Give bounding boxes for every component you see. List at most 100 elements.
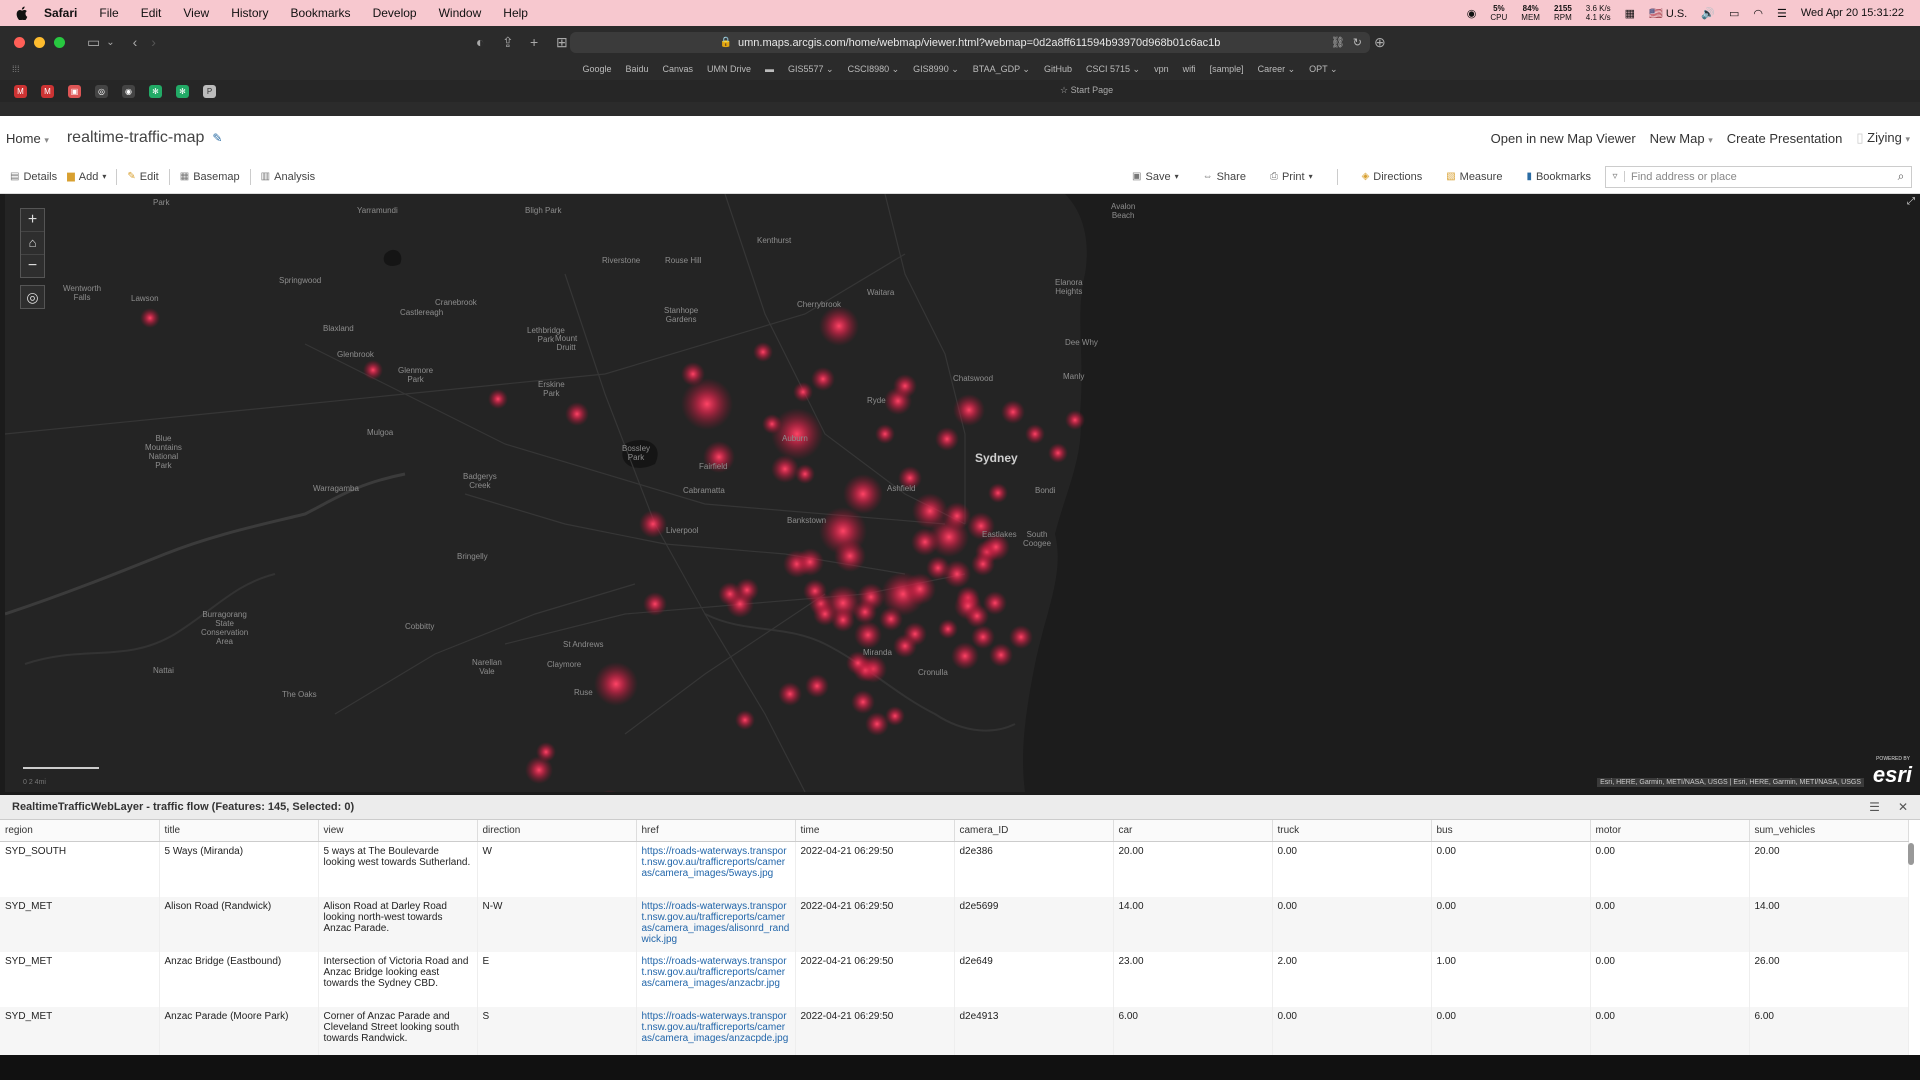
column-header-region[interactable]: region: [0, 820, 160, 842]
close-window-button[interactable]: [14, 36, 25, 48]
traffic-hotspot[interactable]: [795, 464, 815, 484]
create-presentation-link[interactable]: Create Presentation: [1727, 131, 1843, 146]
table-row[interactable]: SYD_MET Anzac Parade (Moore Park) Corner…: [0, 1007, 1909, 1062]
pinned-tab-gmail2-icon[interactable]: M: [41, 84, 54, 98]
measure-button[interactable]: ▧ Measure: [1446, 171, 1502, 183]
table-scrollbar-thumb[interactable]: [1908, 843, 1914, 865]
traffic-hotspot[interactable]: [971, 625, 995, 649]
traffic-hotspot[interactable]: [854, 621, 882, 649]
fav-canvas[interactable]: Canvas: [663, 64, 694, 74]
fav-career[interactable]: Career ⌄: [1258, 64, 1296, 75]
fav-btaa-gdp[interactable]: BTAA_GDP ⌄: [973, 64, 1030, 75]
traffic-hotspot[interactable]: [1025, 424, 1045, 444]
fav-folder-icon[interactable]: ▬: [765, 64, 774, 74]
details-button[interactable]: ▤ Details: [10, 171, 57, 183]
fav-vpn[interactable]: vpn: [1154, 64, 1169, 74]
fav-csci5715[interactable]: CSCI 5715 ⌄: [1086, 64, 1140, 75]
edit-title-icon[interactable]: ✎: [212, 131, 222, 145]
traffic-hotspot[interactable]: [819, 306, 859, 346]
back-icon[interactable]: ‹: [133, 34, 138, 50]
traffic-hotspot[interactable]: [771, 455, 799, 483]
wifi-icon[interactable]: ◠: [1753, 7, 1763, 20]
new-tab-icon[interactable]: +: [530, 34, 538, 50]
traffic-hotspot[interactable]: [951, 642, 979, 670]
pinned-tab-circle-icon[interactable]: ◎: [95, 84, 108, 98]
input-source[interactable]: 🇺🇸 U.S.: [1649, 7, 1687, 20]
home-menu[interactable]: Home ▾: [6, 131, 49, 146]
traffic-hotspot[interactable]: [594, 662, 638, 706]
fav-umn-drive[interactable]: UMN Drive: [707, 64, 751, 74]
bookmarks-button[interactable]: ▮ Bookmarks: [1526, 171, 1591, 183]
pinned-tab-github-icon[interactable]: ◉: [122, 84, 135, 98]
traffic-hotspot[interactable]: [681, 378, 733, 430]
directions-button[interactable]: ◈ Directions: [1362, 171, 1423, 183]
menu-develop[interactable]: Develop: [373, 6, 417, 20]
column-header-truck[interactable]: truck: [1272, 820, 1432, 842]
add-button[interactable]: ▆ Add ▾: [67, 171, 106, 183]
zoom-out-button[interactable]: −: [21, 255, 44, 277]
traffic-hotspot[interactable]: [718, 582, 742, 606]
attribution[interactable]: Esri, HERE, Garmin, METI/NASA, USGS | Es…: [1597, 778, 1864, 787]
menu-app-safari[interactable]: Safari: [44, 6, 77, 20]
column-header-time[interactable]: time: [795, 820, 955, 842]
search-icon[interactable]: ⌕: [1891, 169, 1911, 184]
column-header-direction[interactable]: direction: [477, 820, 637, 842]
record-icon[interactable]: ◉: [1467, 7, 1477, 20]
close-table-icon[interactable]: ✕: [1898, 800, 1908, 814]
traffic-hotspot[interactable]: [853, 600, 877, 624]
column-header-motor[interactable]: motor: [1590, 820, 1750, 842]
menu-bookmarks[interactable]: Bookmarks: [291, 6, 351, 20]
table-row[interactable]: SYD_MET Alison Road (Randwick) Alison Ro…: [0, 897, 1909, 952]
battery-icon[interactable]: ▭: [1729, 7, 1739, 20]
traffic-hotspot[interactable]: [843, 474, 883, 514]
traffic-hotspot[interactable]: [813, 602, 837, 626]
control-strip-icon[interactable]: ▦: [1625, 7, 1635, 20]
user-menu[interactable]: ▯ Ziying ▾: [1856, 130, 1910, 146]
cell-href-link[interactable]: https://roads-waterways.transport.nsw.go…: [636, 897, 796, 952]
pinned-tab-chatgpt-icon[interactable]: ✻: [149, 84, 162, 98]
sidebar-chevron-icon[interactable]: ⌄: [106, 37, 114, 48]
traffic-hotspot[interactable]: [885, 706, 905, 726]
traffic-hotspot[interactable]: [943, 502, 971, 530]
menu-help[interactable]: Help: [503, 6, 528, 20]
share-button[interactable]: ⇔ Share: [1203, 171, 1246, 183]
traffic-hotspot[interactable]: [796, 548, 824, 576]
traffic-hotspot[interactable]: [363, 360, 383, 380]
traffic-hotspot[interactable]: [893, 374, 917, 398]
esri-logo[interactable]: POWERED BY esri: [1873, 756, 1912, 788]
traffic-hotspot[interactable]: [735, 710, 755, 730]
traffic-hotspot[interactable]: [1009, 625, 1033, 649]
traffic-hotspot[interactable]: [893, 634, 917, 658]
traffic-hotspot[interactable]: [753, 342, 773, 362]
favorites-grid-icon[interactable]: ⁞⁞⁞: [12, 64, 20, 74]
traffic-hotspot[interactable]: [811, 367, 835, 391]
traffic-hotspot[interactable]: [536, 742, 556, 762]
traffic-hotspot[interactable]: [805, 674, 829, 698]
apple-menu-icon[interactable]: [14, 5, 30, 21]
column-header-bus[interactable]: bus: [1431, 820, 1591, 842]
start-page-tab[interactable]: ☆ Start Page: [1060, 85, 1113, 96]
menu-edit[interactable]: Edit: [141, 6, 162, 20]
column-header-title[interactable]: title: [159, 820, 319, 842]
home-extent-icon[interactable]: ⌂: [21, 232, 44, 255]
traffic-hotspot[interactable]: [938, 619, 958, 639]
new-map-menu[interactable]: New Map ▾: [1650, 131, 1713, 146]
traffic-hotspot[interactable]: [935, 427, 959, 451]
traffic-hotspot[interactable]: [643, 592, 667, 616]
traffic-hotspot[interactable]: [488, 389, 508, 409]
cell-href-link[interactable]: https://roads-waterways.transport.nsw.go…: [636, 952, 796, 1007]
traffic-hotspot[interactable]: [879, 607, 903, 631]
edit-button[interactable]: ✎ Edit: [127, 171, 158, 183]
table-row[interactable]: SYD_SOUTH 5 Ways (Miranda) 5 ways at The…: [0, 841, 1909, 897]
fav-csci8980[interactable]: CSCI8980 ⌄: [848, 64, 900, 75]
traffic-hotspot[interactable]: [989, 643, 1013, 667]
traffic-hotspot[interactable]: [565, 402, 589, 426]
column-header-camera-id[interactable]: camera_ID: [954, 820, 1114, 842]
forward-icon[interactable]: ›: [151, 34, 156, 50]
volume-icon[interactable]: 🔊: [1701, 7, 1715, 20]
open-new-map-viewer-link[interactable]: Open in new Map Viewer: [1491, 131, 1636, 146]
traffic-hotspot[interactable]: [681, 362, 705, 386]
minimize-window-button[interactable]: [34, 36, 45, 48]
traffic-hotspot[interactable]: [911, 528, 939, 556]
control-center-icon[interactable]: ☰: [1777, 7, 1787, 20]
